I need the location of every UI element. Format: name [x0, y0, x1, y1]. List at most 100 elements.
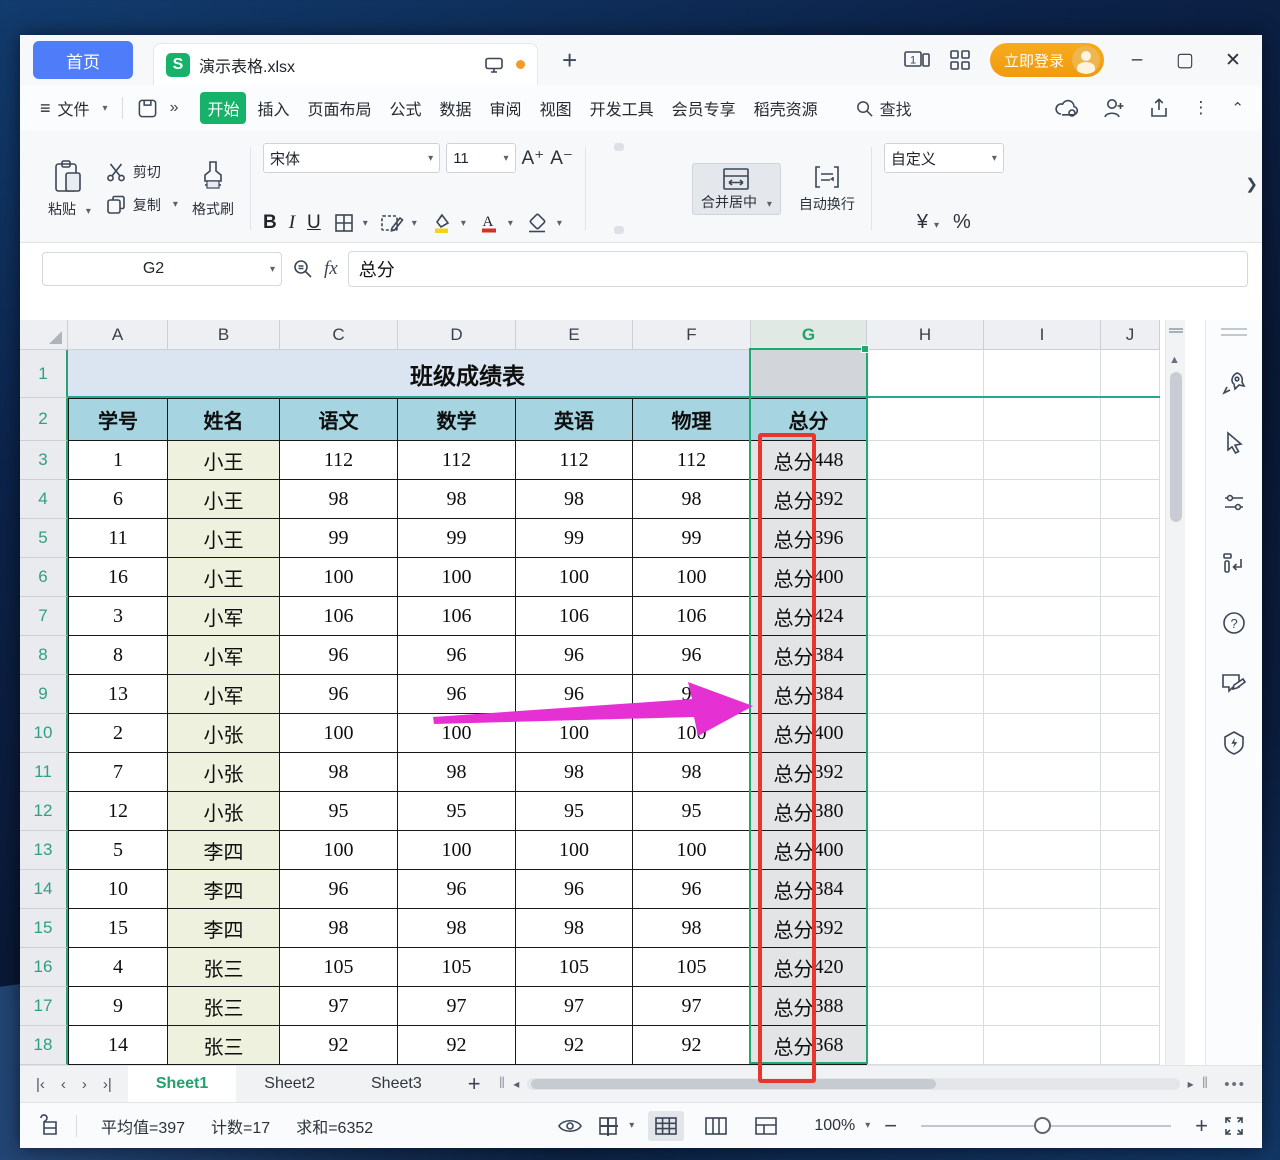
sheet-tab-Sheet1[interactable]: Sheet1: [128, 1066, 236, 1102]
score-cell[interactable]: 100: [280, 831, 398, 870]
score-cell[interactable]: 95: [280, 792, 398, 831]
normal-view-button[interactable]: [648, 1111, 684, 1141]
empty-cell[interactable]: [1101, 675, 1160, 714]
student-id-cell[interactable]: 4: [68, 948, 168, 987]
empty-cell[interactable]: [867, 831, 984, 870]
score-cell[interactable]: 97: [280, 987, 398, 1026]
zoom-slider[interactable]: [921, 1125, 1171, 1127]
score-cell[interactable]: 106: [398, 597, 516, 636]
menu-tab-数据[interactable]: 数据: [433, 92, 479, 124]
score-cell[interactable]: 112: [280, 441, 398, 480]
student-id-cell[interactable]: 1: [68, 441, 168, 480]
score-cell[interactable]: 98: [280, 480, 398, 519]
paste-button[interactable]: 粘贴 ▾: [44, 159, 95, 219]
last-sheet-button[interactable]: ›|: [103, 1076, 112, 1093]
empty-cell[interactable]: [984, 714, 1101, 753]
score-cell[interactable]: 100: [398, 831, 516, 870]
add-user-icon[interactable]: [1102, 97, 1126, 119]
student-name-cell[interactable]: 小军: [168, 597, 280, 636]
menu-tab-视图[interactable]: 视图: [533, 92, 579, 124]
cell-style-button[interactable]: ▾: [380, 212, 417, 234]
total-cell[interactable]: 总分384: [751, 675, 867, 714]
score-cell[interactable]: 96: [398, 636, 516, 675]
total-cell[interactable]: 总分400: [751, 831, 867, 870]
underline-button[interactable]: U: [307, 212, 321, 234]
score-cell[interactable]: 99: [398, 519, 516, 558]
score-cell[interactable]: 96: [633, 870, 751, 909]
quick-tools-rocket-icon[interactable]: [1221, 370, 1247, 396]
score-cell[interactable]: 100: [280, 714, 398, 753]
row-header-15[interactable]: 15: [20, 909, 68, 948]
score-cell[interactable]: 99: [633, 519, 751, 558]
minimize-button[interactable]: –: [1122, 49, 1152, 71]
student-id-cell[interactable]: 5: [68, 831, 168, 870]
cut-button[interactable]: 剪切: [105, 162, 178, 182]
empty-cell[interactable]: [867, 948, 984, 987]
header-cell-学号[interactable]: 学号: [68, 398, 168, 441]
row-header-2[interactable]: 2: [20, 398, 68, 441]
score-cell[interactable]: 92: [280, 1026, 398, 1065]
student-id-cell[interactable]: 8: [68, 636, 168, 675]
italic-button[interactable]: I: [289, 212, 295, 234]
column-header-I[interactable]: I: [984, 320, 1101, 350]
help-icon[interactable]: ?: [1221, 610, 1247, 636]
score-cell[interactable]: 92: [633, 1026, 751, 1065]
file-menu[interactable]: ≡ 文件 ▾: [20, 96, 122, 120]
score-cell[interactable]: 100: [516, 714, 633, 753]
header-cell-数学[interactable]: 数学: [398, 398, 516, 441]
score-cell[interactable]: 98: [280, 909, 398, 948]
monitor-icon[interactable]: [484, 57, 504, 73]
score-cell[interactable]: 112: [633, 441, 751, 480]
student-name-cell[interactable]: 张三: [168, 1026, 280, 1065]
header-cell-语文[interactable]: 语文: [280, 398, 398, 441]
grid[interactable]: ABCDEFGHIJ 1班级成绩表2学号姓名语文数学英语物理总分31小王1121…: [20, 320, 1161, 1065]
score-cell[interactable]: 96: [398, 870, 516, 909]
row-header-6[interactable]: 6: [20, 558, 68, 597]
scroll-up-arrow[interactable]: ▲: [1169, 354, 1180, 366]
score-cell[interactable]: 96: [516, 870, 633, 909]
empty-cell[interactable]: [867, 480, 984, 519]
eye-protection-icon[interactable]: [557, 1116, 583, 1136]
score-cell[interactable]: 99: [516, 519, 633, 558]
student-id-cell[interactable]: 12: [68, 792, 168, 831]
header-cell-物理[interactable]: 物理: [633, 398, 751, 441]
font-color-button[interactable]: A ▾: [478, 212, 513, 234]
column-header-D[interactable]: D: [398, 320, 516, 350]
score-cell[interactable]: 98: [398, 753, 516, 792]
column-header-J[interactable]: J: [1101, 320, 1160, 350]
row-header-17[interactable]: 17: [20, 987, 68, 1026]
screen-capture-icon[interactable]: [36, 1114, 62, 1138]
menu-tab-开发工具[interactable]: 开发工具: [583, 92, 661, 124]
align-right-button[interactable]: [630, 226, 640, 234]
empty-cell[interactable]: [867, 753, 984, 792]
empty-cell[interactable]: [1101, 987, 1160, 1026]
score-cell[interactable]: 98: [633, 909, 751, 948]
empty-cell[interactable]: [984, 987, 1101, 1026]
page-layout-view-button[interactable]: [698, 1111, 734, 1141]
empty-cell[interactable]: [984, 558, 1101, 597]
total-cell[interactable]: 总分448: [751, 441, 867, 480]
sheet-tab-Sheet3[interactable]: Sheet3: [343, 1066, 450, 1102]
wrap-text-button[interactable]: 自动换行: [795, 164, 859, 214]
student-name-cell[interactable]: 小王: [168, 441, 280, 480]
scroll-right-arrow[interactable]: ▸: [1188, 1077, 1194, 1091]
empty-cell[interactable]: [867, 909, 984, 948]
empty-cell[interactable]: [867, 987, 984, 1026]
maximize-button[interactable]: ▢: [1170, 49, 1200, 72]
student-name-cell[interactable]: 小张: [168, 753, 280, 792]
score-cell[interactable]: 105: [280, 948, 398, 987]
menu-tab-审阅[interactable]: 审阅: [483, 92, 529, 124]
empty-cell[interactable]: [867, 519, 984, 558]
row-header-7[interactable]: 7: [20, 597, 68, 636]
total-cell[interactable]: 总分384: [751, 636, 867, 675]
student-name-cell[interactable]: 小王: [168, 480, 280, 519]
more-options-icon[interactable]: •••: [1216, 1076, 1262, 1093]
menu-tab-页面布局[interactable]: 页面布局: [301, 92, 379, 124]
score-cell[interactable]: 96: [516, 675, 633, 714]
share-icon[interactable]: [1148, 97, 1170, 119]
score-cell[interactable]: 100: [633, 558, 751, 597]
score-cell[interactable]: 106: [280, 597, 398, 636]
score-cell[interactable]: 97: [516, 987, 633, 1026]
total-cell[interactable]: 总分396: [751, 519, 867, 558]
student-name-cell[interactable]: 小王: [168, 519, 280, 558]
